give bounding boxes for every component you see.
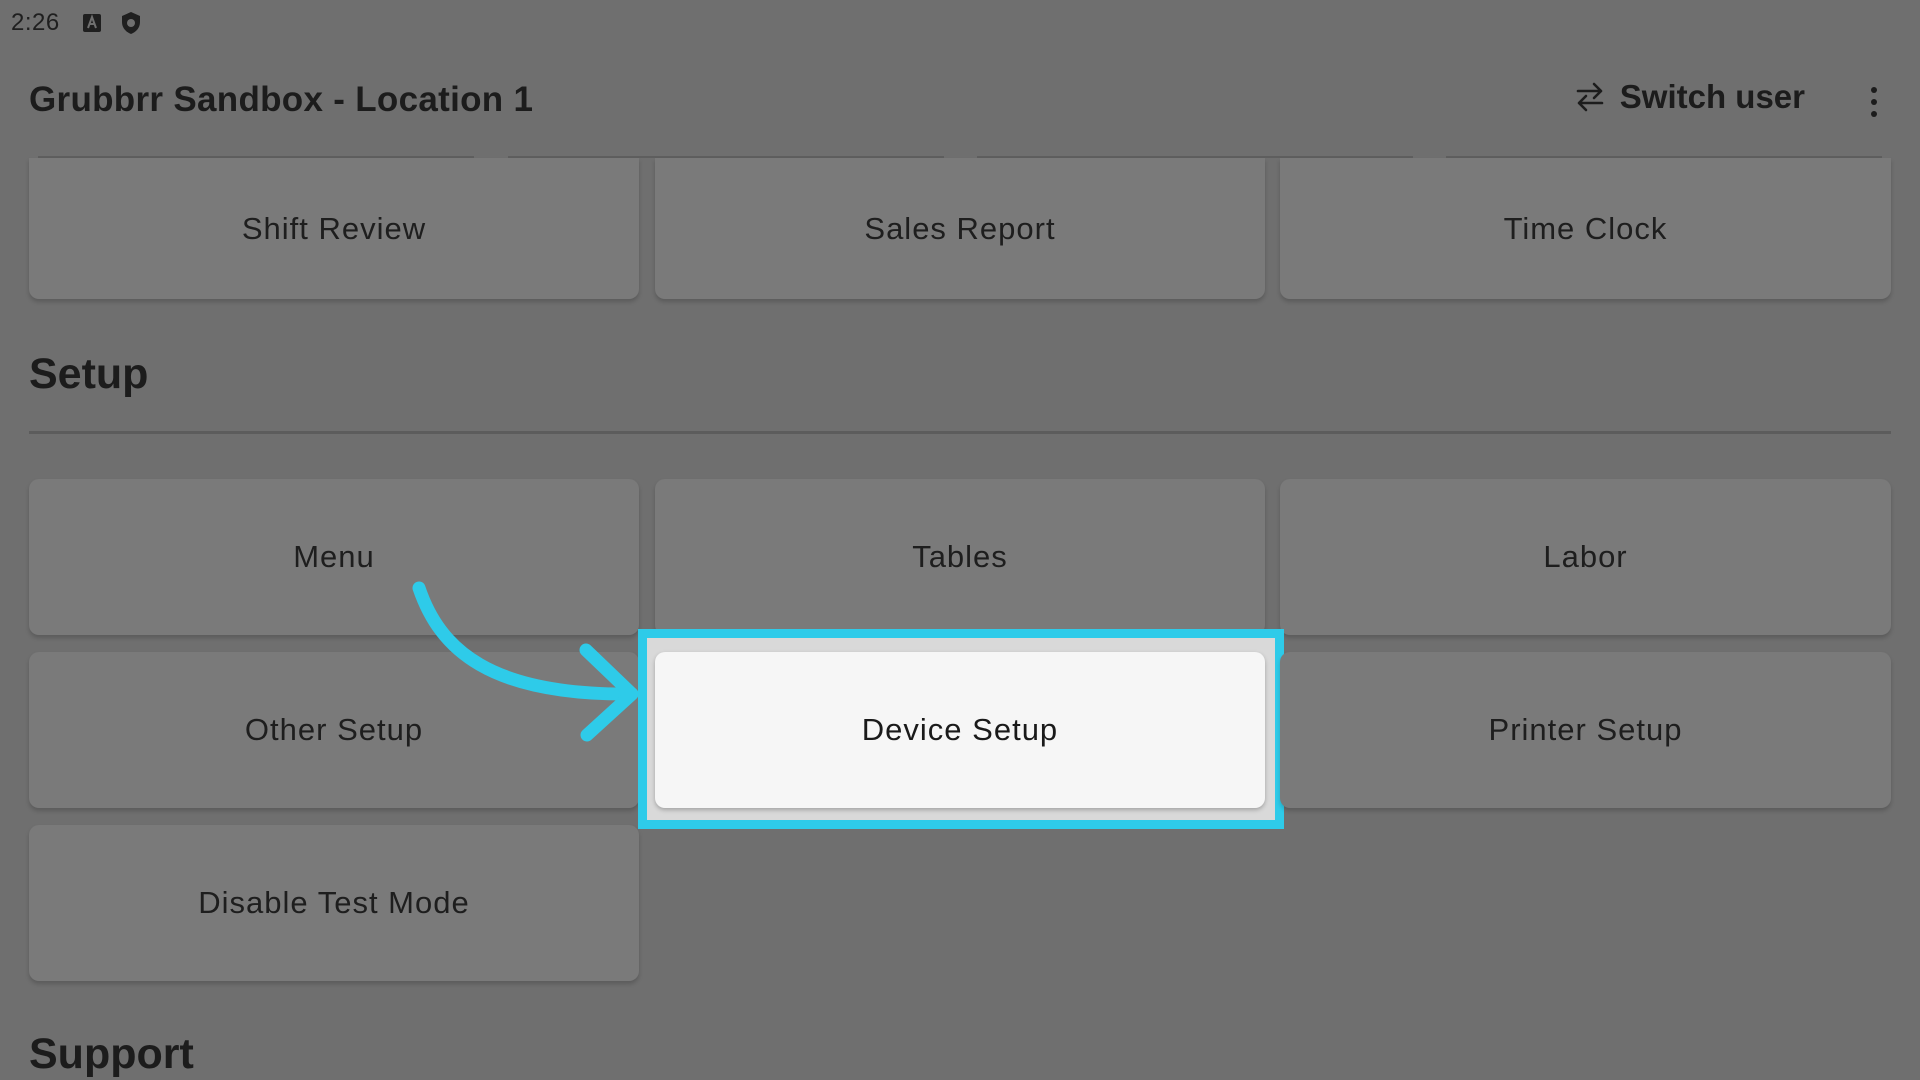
shift-review-label: Shift Review (241, 210, 427, 246)
setup-section-title: Setup (29, 350, 149, 398)
device-setup-button[interactable]: Device Setup (655, 652, 1265, 808)
tables-label: Tables (912, 539, 1008, 574)
sales-report-button[interactable]: Sales Report (655, 158, 1265, 299)
shift-review-button[interactable]: Shift Review (29, 158, 639, 299)
pointer-arrow-icon (412, 581, 639, 742)
time-clock-button[interactable]: Time Clock (1280, 158, 1891, 299)
support-section-title: Support (29, 1030, 194, 1078)
swap-arrows-icon (1574, 81, 1606, 113)
status-time: 2:26 (11, 9, 60, 36)
screen: 2:26 Grubbrr Sandbox - Location 1 Switch… (0, 0, 1920, 1080)
status-bar: 2:26 (0, 0, 1920, 46)
a-badge-icon (82, 13, 102, 33)
other-setup-label: Other Setup (244, 712, 424, 747)
device-setup-label: Device Setup (861, 712, 1059, 747)
disable-test-mode-label: Disable Test Mode (198, 885, 470, 920)
disable-test-mode-button[interactable]: Disable Test Mode (29, 825, 639, 981)
switch-user-label: Switch user (1619, 78, 1805, 115)
switch-user-button[interactable]: Switch user (1574, 78, 1805, 116)
printer-setup-button[interactable]: Printer Setup (1280, 652, 1891, 808)
app-title: Grubbrr Sandbox - Location 1 (29, 80, 534, 119)
section-divider (29, 431, 1891, 434)
shield-icon (120, 11, 142, 35)
labor-button[interactable]: Labor (1280, 479, 1891, 635)
time-clock-label: Time Clock (1503, 210, 1668, 246)
tables-button[interactable]: Tables (655, 479, 1265, 635)
sales-report-label: Sales Report (864, 210, 1056, 246)
labor-label: Labor (1543, 539, 1628, 574)
more-vert-icon[interactable] (1866, 80, 1882, 124)
app-bar: Grubbrr Sandbox - Location 1 Switch user (0, 58, 1920, 146)
printer-setup-label: Printer Setup (1488, 712, 1683, 747)
menu-label: Menu (293, 539, 375, 574)
